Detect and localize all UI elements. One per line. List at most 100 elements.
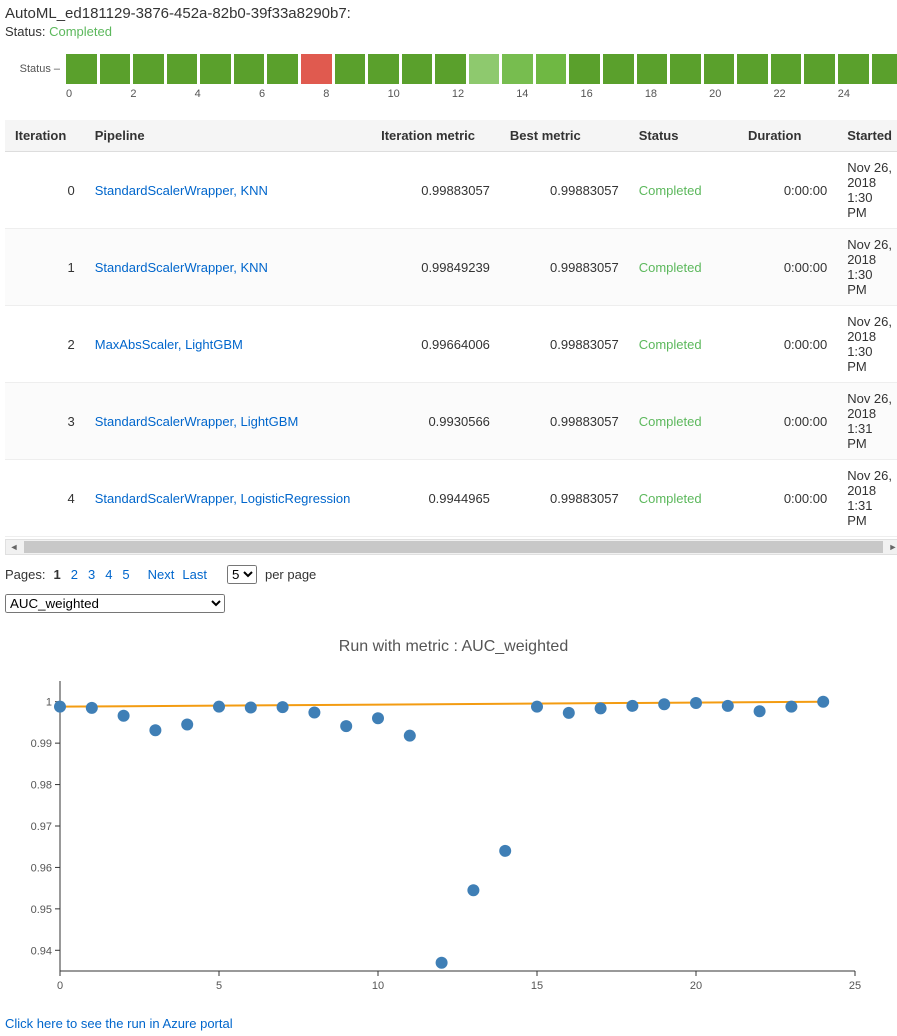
col-pipeline[interactable]: Pipeline [85,120,371,152]
status-xaxis-tick: 4 [195,88,259,100]
status-cell-17[interactable] [637,54,668,84]
chart-point[interactable] [404,730,416,742]
status-xaxis-tick: 22 [773,88,837,100]
table-row[interactable]: 3StandardScalerWrapper, LightGBM0.993056… [5,383,897,460]
chart-point[interactable] [308,706,320,718]
chart-point[interactable] [372,712,384,724]
chart-y-tick: 0.97 [31,821,52,833]
status-cell-22[interactable] [804,54,835,84]
status-cell-18[interactable] [670,54,701,84]
pagination-page-1: 1 [53,567,60,582]
pipeline-link[interactable]: StandardScalerWrapper, KNN [95,183,268,198]
status-cell-16[interactable] [603,54,634,84]
table-row[interactable]: 2MaxAbsScaler, LightGBM0.996640060.99883… [5,306,897,383]
chart-point[interactable] [277,701,289,713]
table-horizontal-scrollbar[interactable]: ◄ ► [5,539,897,555]
scroll-left-arrow-icon[interactable]: ◄ [6,540,22,554]
col-iter-metric[interactable]: Iteration metric [371,120,500,152]
scroll-thumb[interactable] [24,541,883,553]
pagination-page-4[interactable]: 4 [105,567,112,582]
status-cell-9[interactable] [368,54,399,84]
status-cell-15[interactable] [569,54,600,84]
status-xaxis-tick: 20 [709,88,773,100]
pipeline-link[interactable]: StandardScalerWrapper, LogisticRegressio… [95,491,351,506]
status-cell-0[interactable] [66,54,97,84]
pagination-page-5[interactable]: 5 [122,567,129,582]
status-cell-21[interactable] [771,54,802,84]
cell-duration: 0:00:00 [738,229,837,306]
table-row[interactable]: 0StandardScalerWrapper, KNN0.998830570.9… [5,152,897,229]
chart-point[interactable] [181,719,193,731]
status-cell-24[interactable] [872,54,897,84]
status-cell-12[interactable] [469,54,500,84]
azure-portal-link[interactable]: Click here to see the run in Azure porta… [5,1016,897,1031]
chart-point[interactable] [658,698,670,710]
col-iteration[interactable]: Iteration [5,120,85,152]
cell-duration: 0:00:00 [738,306,837,383]
chart-point[interactable] [626,700,638,712]
col-best-metric[interactable]: Best metric [500,120,629,152]
run-title: AutoML_ed181129-3876-452a-82b0-39f33a829… [5,5,897,22]
chart-x-tick: 25 [849,980,861,992]
chart-point[interactable] [340,720,352,732]
status-cell-23[interactable] [838,54,869,84]
status-cell-8[interactable] [335,54,366,84]
pipeline-link[interactable]: MaxAbsScaler, LightGBM [95,337,243,352]
metric-chart-svg[interactable]: 0.940.950.960.970.980.9910510152025 [5,671,875,1001]
chart-point[interactable] [817,696,829,708]
chart-point[interactable] [754,705,766,717]
chart-point[interactable] [149,724,161,736]
status-cell-10[interactable] [402,54,433,84]
col-duration[interactable]: Duration [738,120,837,152]
col-started[interactable]: Started [837,120,897,152]
table-row[interactable]: 1StandardScalerWrapper, KNN0.998492390.9… [5,229,897,306]
chart-point[interactable] [722,700,734,712]
status-cell-1[interactable] [100,54,131,84]
metric-chart[interactable]: 0.940.950.960.970.980.9910510152025 [5,671,875,1001]
metric-select[interactable]: AUC_weighted [5,594,225,613]
pipeline-link[interactable]: StandardScalerWrapper, KNN [95,260,268,275]
cell-status: Completed [629,306,738,383]
pagination-last[interactable]: Last [182,567,207,582]
chart-point[interactable] [436,957,448,969]
chart-point[interactable] [467,884,479,896]
status-cell-5[interactable] [234,54,265,84]
per-page-select[interactable]: 5 [227,565,257,584]
status-cell-6[interactable] [267,54,298,84]
status-cell-7[interactable] [301,54,332,84]
status-cell-11[interactable] [435,54,466,84]
chart-point[interactable] [86,702,98,714]
status-cell-4[interactable] [200,54,231,84]
chart-point[interactable] [785,701,797,713]
status-cell-13[interactable] [502,54,533,84]
status-cell-20[interactable] [737,54,768,84]
cell-status: Completed [629,229,738,306]
table-row[interactable]: 4StandardScalerWrapper, LogisticRegressi… [5,460,897,537]
chart-point[interactable] [499,845,511,857]
cell-iteration: 0 [5,152,85,229]
status-xaxis-tick: 8 [323,88,387,100]
status-xaxis-tick: 12 [452,88,516,100]
cell-best-metric: 0.99883057 [500,306,629,383]
chart-point[interactable] [563,707,575,719]
chart-point[interactable] [213,701,225,713]
scroll-right-arrow-icon[interactable]: ► [885,540,897,554]
pagination: Pages: 12345 Next Last 5 per page [5,565,897,584]
chart-point[interactable] [531,701,543,713]
chart-point[interactable] [118,710,130,722]
status-label: Status: [5,24,45,39]
chart-point[interactable] [54,701,66,713]
pipeline-link[interactable]: StandardScalerWrapper, LightGBM [95,414,299,429]
status-xaxis-tick: 18 [645,88,709,100]
status-cell-3[interactable] [167,54,198,84]
col-status[interactable]: Status [629,120,738,152]
chart-point[interactable] [245,702,257,714]
status-cell-19[interactable] [704,54,735,84]
status-cell-2[interactable] [133,54,164,84]
pagination-page-3[interactable]: 3 [88,567,95,582]
chart-point[interactable] [595,702,607,714]
chart-point[interactable] [690,697,702,709]
pagination-page-2[interactable]: 2 [71,567,78,582]
pagination-next[interactable]: Next [148,567,175,582]
status-cell-14[interactable] [536,54,567,84]
